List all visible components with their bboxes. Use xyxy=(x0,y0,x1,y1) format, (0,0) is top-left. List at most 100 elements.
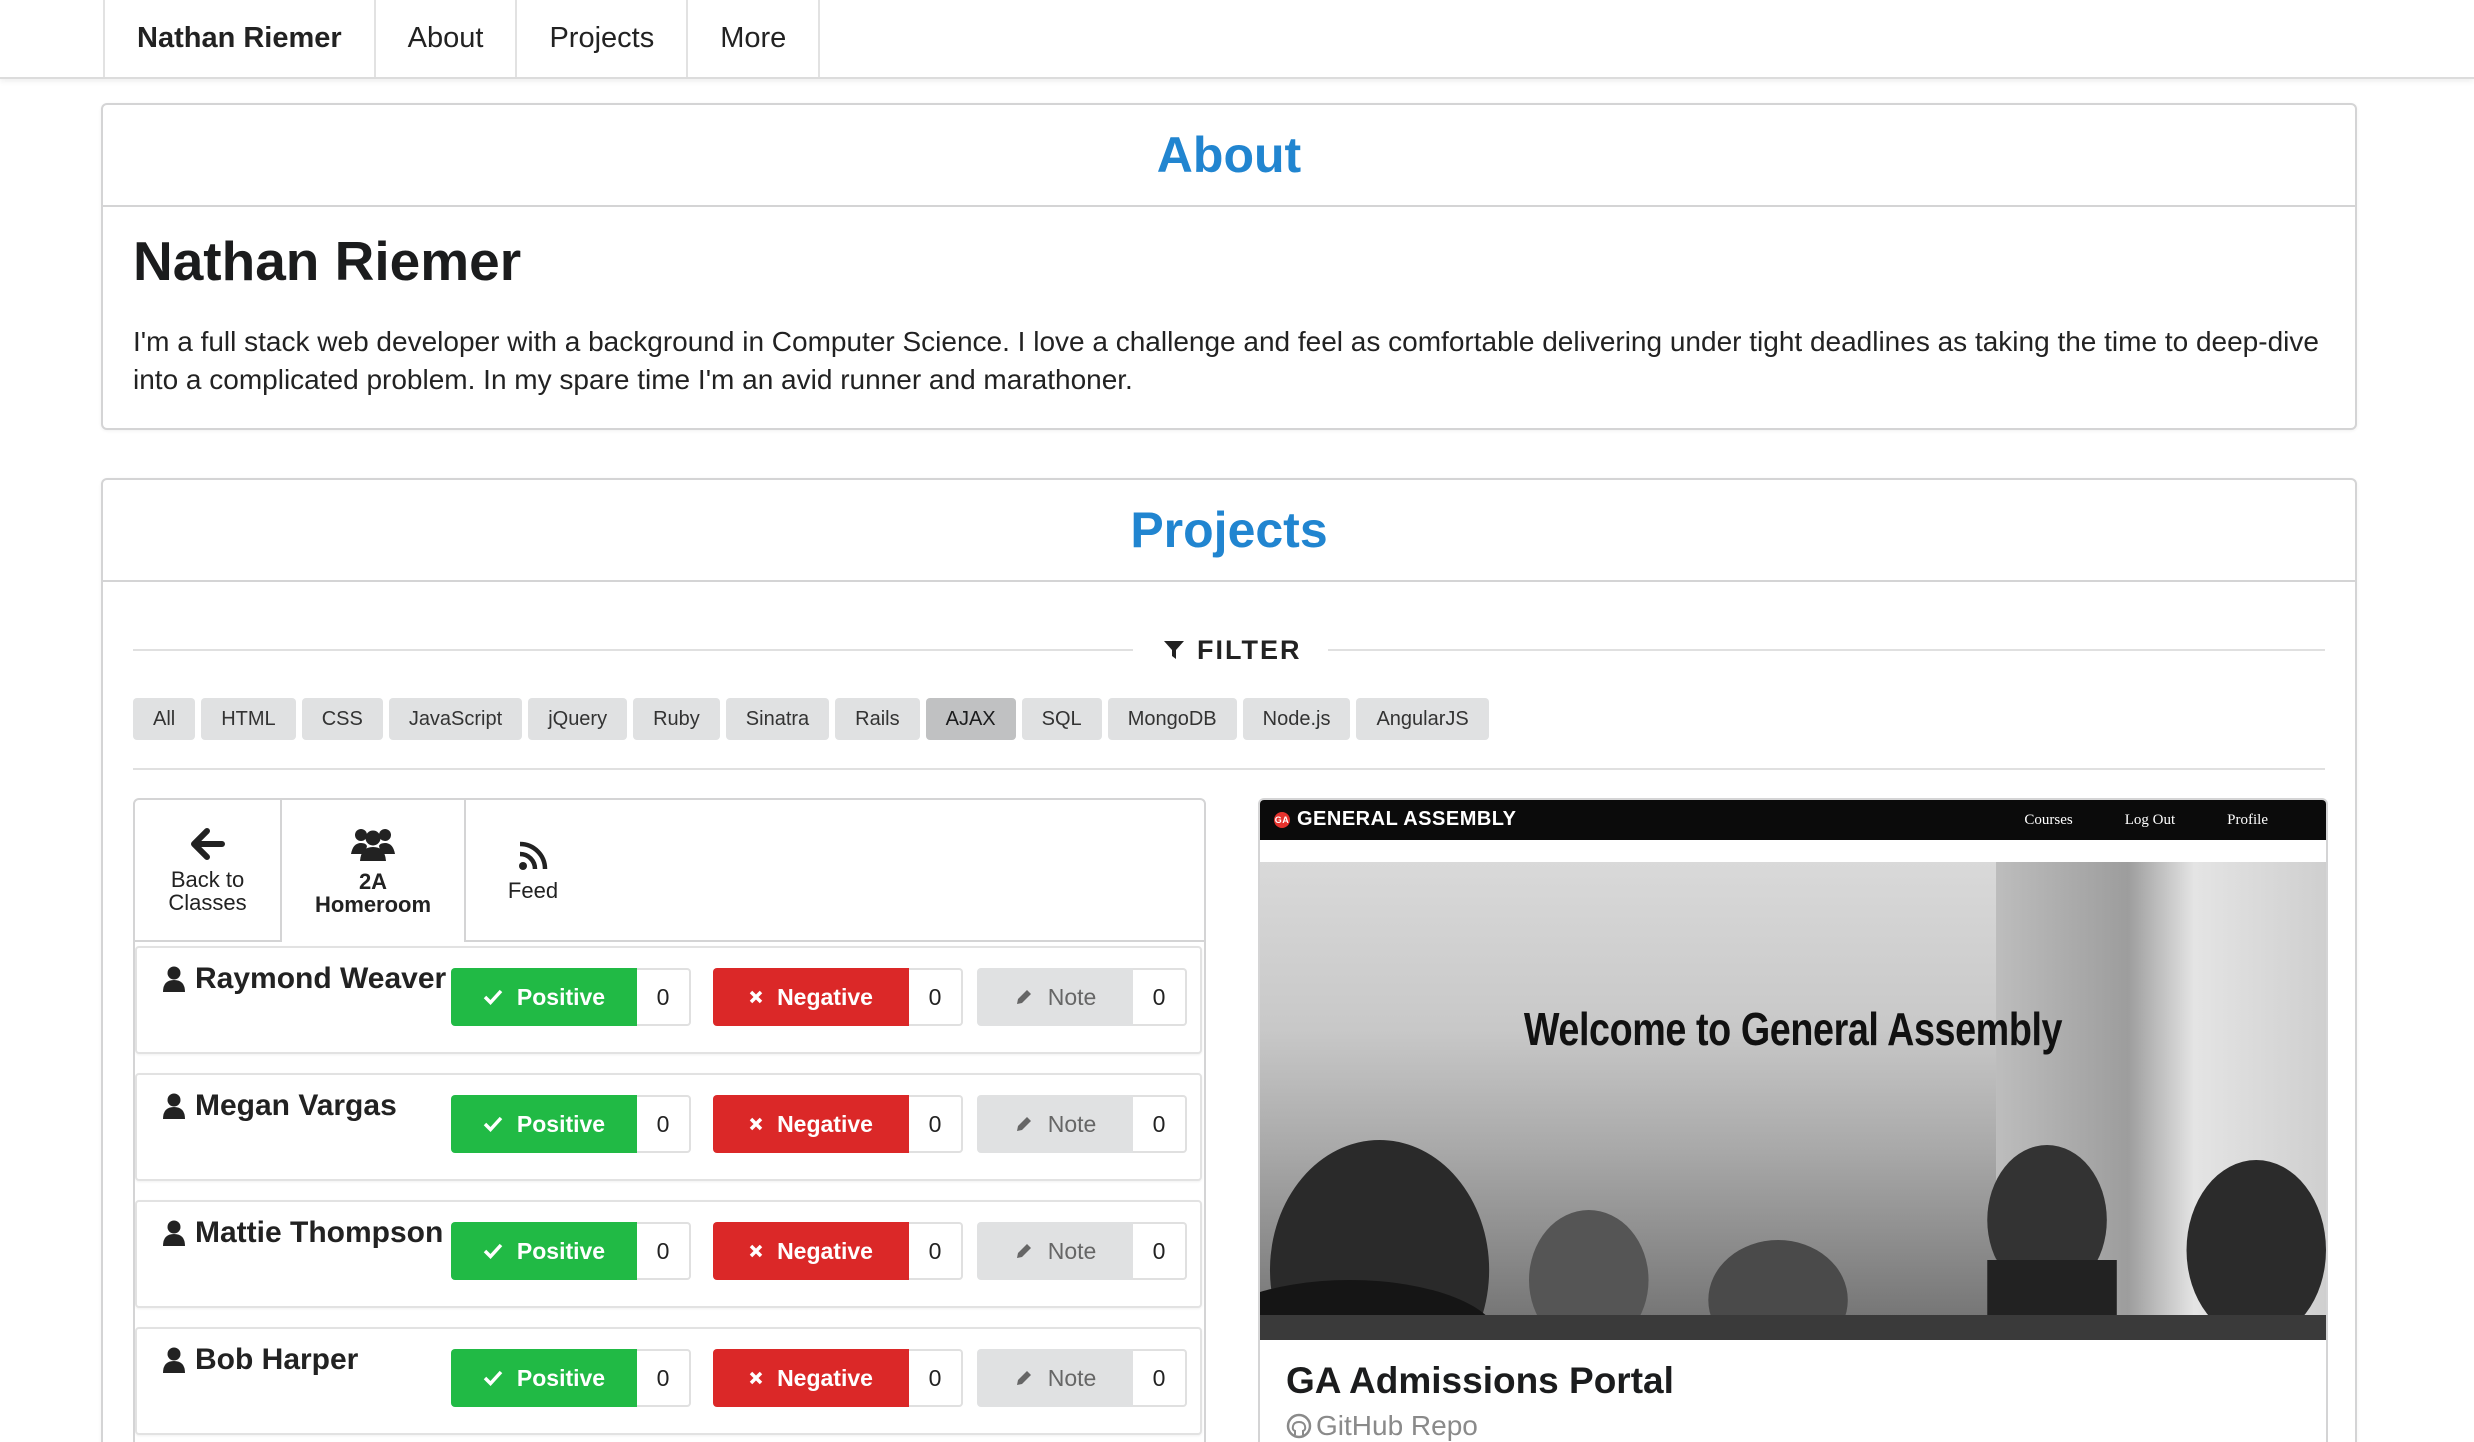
negative-button[interactable]: Negative xyxy=(713,1095,909,1153)
tag-sql[interactable]: SQL xyxy=(1021,698,1102,740)
tags-divider xyxy=(133,768,2325,770)
student-name-text: Raymond Weaver xyxy=(195,962,447,995)
tab-homeroom: 2A Homeroom xyxy=(282,800,466,942)
tag-angularjs[interactable]: AngularJS xyxy=(1356,698,1489,740)
negative-label: Negative xyxy=(777,1364,873,1391)
negative-count: 0 xyxy=(909,968,963,1026)
users-icon xyxy=(351,829,395,861)
tab-label-line1: Back to xyxy=(170,867,245,892)
note-count: 0 xyxy=(1133,1349,1187,1407)
project-screenshot-app[interactable]: Back to Classes 2A Homeroom Feed Raymond… xyxy=(133,798,1206,1442)
nav-item-more[interactable]: More xyxy=(686,0,821,77)
nav-item-projects[interactable]: Projects xyxy=(515,0,686,77)
github-repo-link[interactable]: GitHub Repo xyxy=(1286,1410,1478,1442)
positive-button[interactable]: Positive xyxy=(451,1095,637,1153)
note-count: 0 xyxy=(1133,968,1187,1026)
ga-brand: GENERAL ASSEMBLY xyxy=(1297,808,1517,830)
positive-button[interactable]: Positive xyxy=(451,1222,637,1280)
tab-feed: Feed xyxy=(466,800,600,942)
note-button[interactable]: Note xyxy=(977,968,1133,1026)
positive-button[interactable]: Positive xyxy=(451,968,637,1026)
note-label: Note xyxy=(1047,1237,1097,1264)
student-name-text: Mattie Thompson xyxy=(195,1216,444,1249)
note-button[interactable]: Note xyxy=(977,1349,1133,1407)
nav-brand[interactable]: Nathan Riemer xyxy=(103,0,374,77)
note-group: Note 0 xyxy=(977,968,1187,1026)
note-group: Note 0 xyxy=(977,1095,1187,1153)
note-count: 0 xyxy=(1133,1095,1187,1153)
negative-count: 0 xyxy=(909,1349,963,1407)
pencil-icon xyxy=(1016,1244,1031,1258)
positive-label: Positive xyxy=(516,1364,606,1391)
student-name-text: Megan Vargas xyxy=(195,1089,397,1122)
note-label: Note xyxy=(1047,1110,1097,1137)
student-name-text: Bob Harper xyxy=(195,1343,359,1376)
user-icon xyxy=(163,1093,185,1119)
tag-sinatra[interactable]: Sinatra xyxy=(725,698,830,740)
negative-count: 0 xyxy=(909,1222,963,1280)
x-icon xyxy=(749,990,763,1004)
tag-ajax[interactable]: AJAX xyxy=(925,698,1016,740)
student-row: Megan Vargas Positive 0 Negative 0 Note … xyxy=(135,1073,1202,1181)
tab-label-line1: Feed xyxy=(507,877,559,903)
project-hero-image: Welcome to General Assembly xyxy=(1260,862,2326,1340)
check-icon xyxy=(483,1116,503,1132)
note-button[interactable]: Note xyxy=(977,1222,1133,1280)
tag-ruby[interactable]: Ruby xyxy=(633,698,720,740)
app-tab-bar: Back to Classes 2A Homeroom Feed xyxy=(135,800,1204,942)
check-icon xyxy=(483,989,503,1005)
pencil-icon xyxy=(1016,990,1031,1004)
nav-item-about[interactable]: About xyxy=(373,0,516,77)
positive-count: 0 xyxy=(637,1095,691,1153)
tab-label-line1: 2A xyxy=(358,869,388,894)
negative-button[interactable]: Negative xyxy=(713,1222,909,1280)
ga-logo-icon: GA xyxy=(1274,811,1290,828)
arrow-left-icon xyxy=(190,828,225,860)
tag-nodejs[interactable]: Node.js xyxy=(1242,698,1351,740)
github-repo-label: GitHub Repo xyxy=(1316,1410,1478,1441)
projects-heading: Projects xyxy=(1130,502,1328,558)
classroom-photo xyxy=(1260,1140,2326,1340)
tag-jquery[interactable]: jQuery xyxy=(528,698,628,740)
about-header: About xyxy=(103,105,2355,207)
positive-label: Positive xyxy=(516,983,606,1010)
filter-label: FILTER xyxy=(1163,630,1301,670)
tag-all[interactable]: All xyxy=(133,698,196,740)
negative-button[interactable]: Negative xyxy=(713,1349,909,1407)
positive-count: 0 xyxy=(637,968,691,1026)
positive-button[interactable]: Positive xyxy=(451,1349,637,1407)
note-button[interactable]: Note xyxy=(977,1095,1133,1153)
student-name: Raymond Weaver xyxy=(163,962,446,996)
positive-count: 0 xyxy=(637,1222,691,1280)
about-body: Nathan Riemer I'm a full stack web devel… xyxy=(103,207,2355,399)
check-icon xyxy=(483,1370,503,1386)
tab-back-to-classes: Back to Classes xyxy=(135,800,282,942)
projects-header: Projects xyxy=(103,480,2355,582)
ga-link-profile: Profile xyxy=(2227,811,2268,828)
tag-mongodb[interactable]: MongoDB xyxy=(1107,698,1237,740)
positive-label: Positive xyxy=(516,1237,606,1264)
student-row: Mattie Thompson Positive 0 Negative 0 No… xyxy=(135,1200,1202,1308)
negative-label: Negative xyxy=(777,1237,873,1264)
hero-title: Welcome to General Assembly xyxy=(1523,1003,2063,1055)
project-title: GA Admissions Portal xyxy=(1286,1360,1674,1401)
divider-line xyxy=(1328,649,2325,651)
negative-button[interactable]: Negative xyxy=(713,968,909,1026)
ga-navbar: GA GENERAL ASSEMBLY Courses Log Out Prof… xyxy=(1260,800,2326,840)
divider-line xyxy=(133,649,1133,651)
positive-group: Positive 0 xyxy=(451,968,691,1026)
note-count: 0 xyxy=(1133,1222,1187,1280)
tag-html[interactable]: HTML xyxy=(201,698,296,740)
nav-menu: Nathan Riemer About Projects More xyxy=(103,0,821,77)
github-icon xyxy=(1286,1413,1312,1439)
tag-rails[interactable]: Rails xyxy=(835,698,920,740)
filter-divider: FILTER xyxy=(133,630,2325,670)
tag-javascript[interactable]: JavaScript xyxy=(388,698,523,740)
projects-section: Projects FILTER All HTML CSS JavaScript … xyxy=(101,478,2357,1442)
tag-css[interactable]: CSS xyxy=(301,698,383,740)
top-nav: Nathan Riemer About Projects More xyxy=(0,0,2474,79)
positive-group: Positive 0 xyxy=(451,1222,691,1280)
student-name: Megan Vargas xyxy=(163,1089,397,1123)
project-card[interactable]: GA GENERAL ASSEMBLY Courses Log Out Prof… xyxy=(1258,798,2328,1442)
pencil-icon xyxy=(1016,1117,1031,1131)
